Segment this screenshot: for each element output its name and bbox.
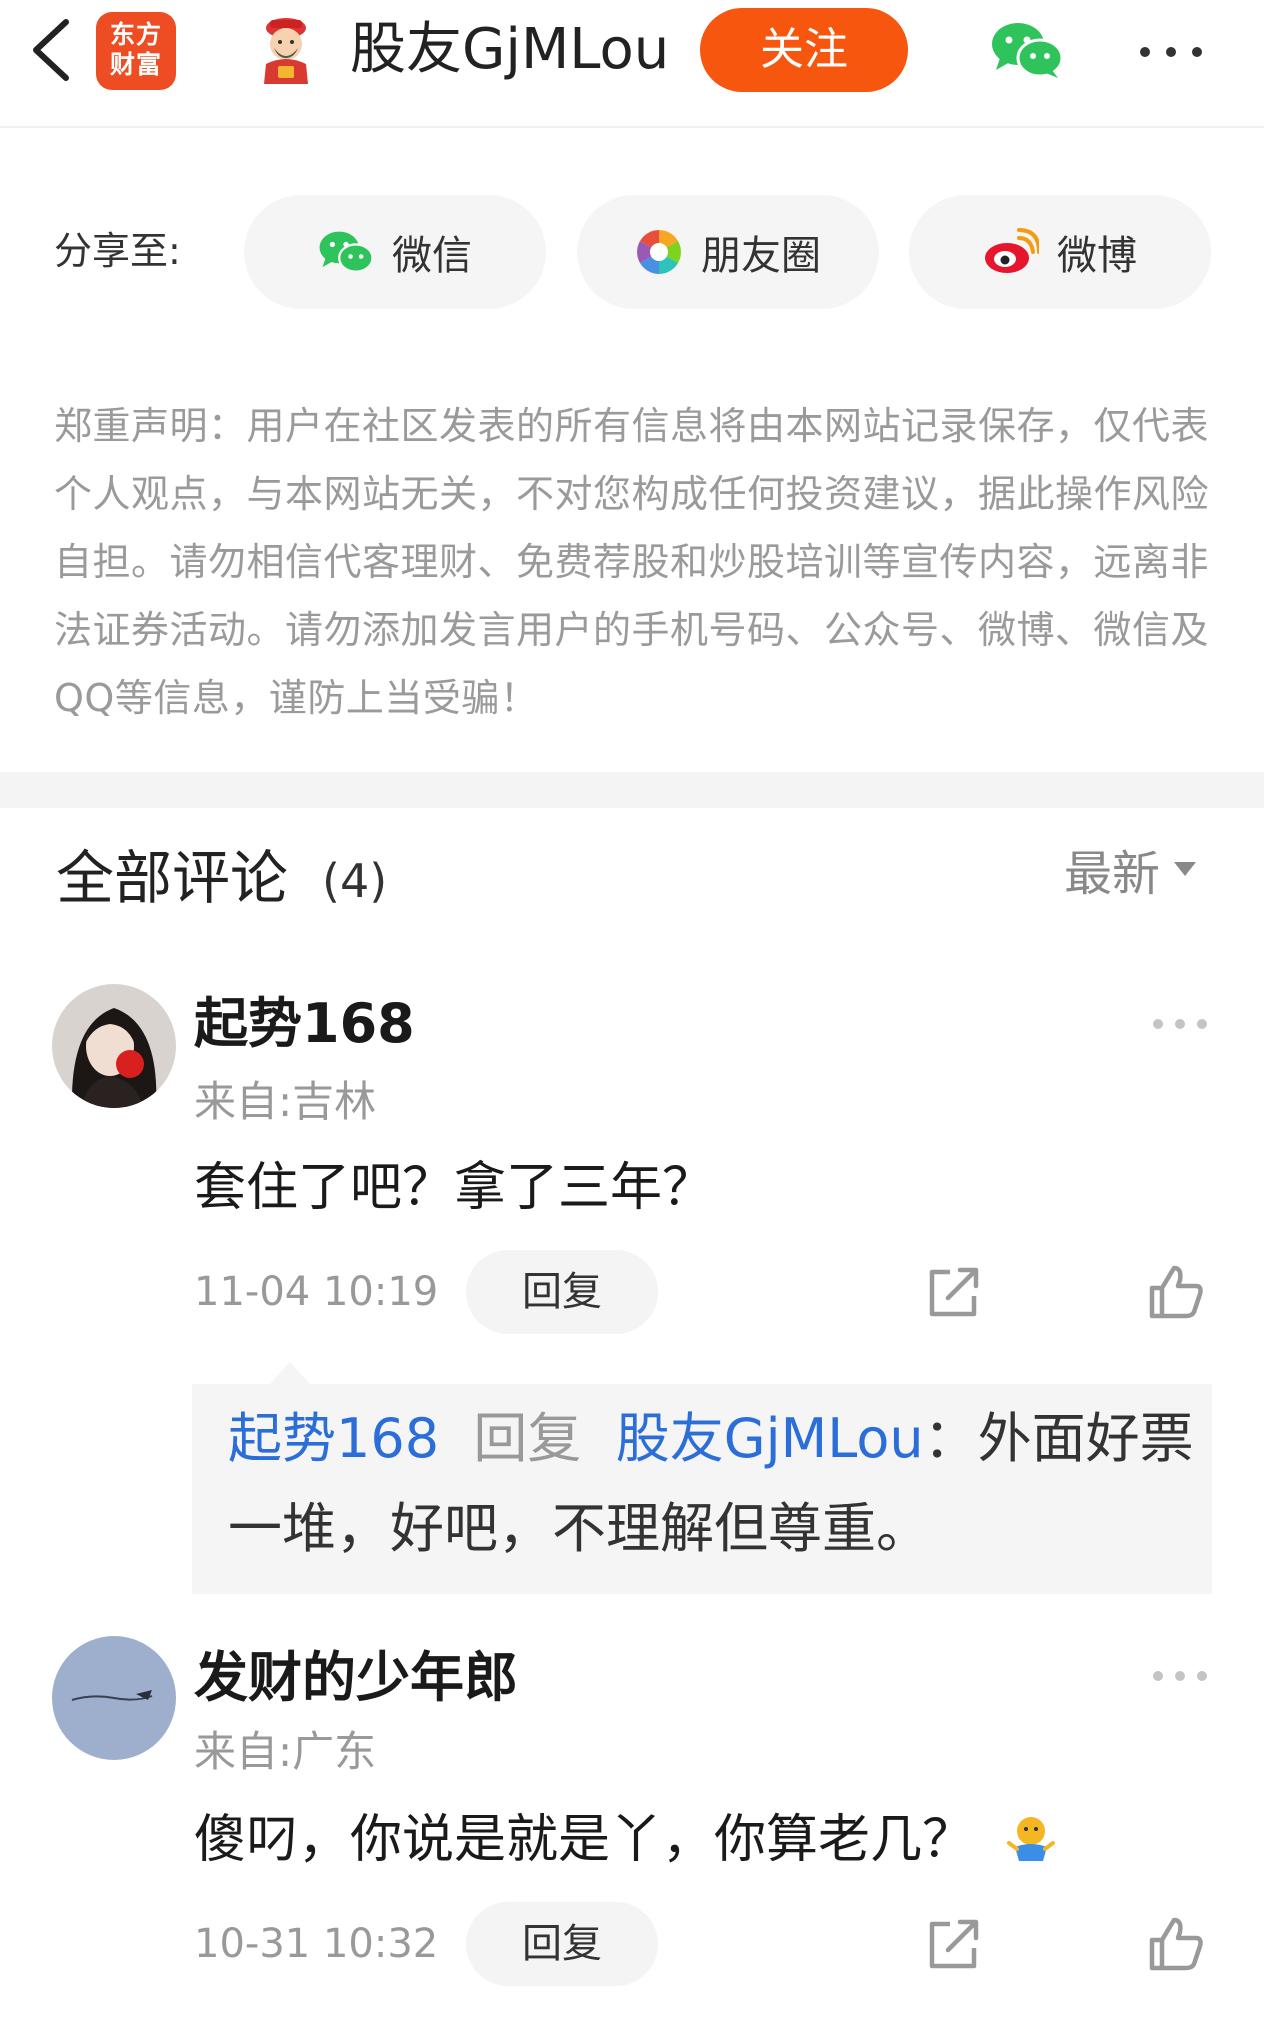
more-icon[interactable] bbox=[1152, 1668, 1208, 1684]
reply-line-2: 一堆，好吧，不理解但尊重。 bbox=[228, 1488, 1198, 1570]
reply-to-user[interactable]: 股友GjMLou bbox=[616, 1407, 924, 1470]
sort-label: 最新 bbox=[1064, 846, 1161, 902]
follow-button[interactable]: 关注 bbox=[700, 8, 908, 92]
share-icon[interactable] bbox=[926, 1264, 982, 1320]
reply-line-1: 起势168 回复 股友GjMLou：外面好票 bbox=[228, 1398, 1198, 1480]
reply-from-user[interactable]: 起势168 bbox=[228, 1407, 439, 1470]
comment-text: 套住了吧？拿了三年？ bbox=[194, 1158, 715, 1218]
comments-title: 全部评论 bbox=[56, 844, 289, 912]
more-icon[interactable] bbox=[1138, 40, 1204, 64]
share-moments-button[interactable]: 朋友圈 bbox=[577, 195, 879, 309]
comment-time: 10-31 10:32 bbox=[194, 1921, 439, 1967]
app-logo-line1: 东方 bbox=[109, 20, 162, 49]
sort-dropdown[interactable]: 最新 bbox=[1064, 836, 1197, 902]
comment-text: 傻叼，你说是就是丫，你算老几？ bbox=[194, 1802, 1057, 1878]
reply-caret bbox=[270, 1362, 310, 1384]
more-icon[interactable] bbox=[1152, 1016, 1208, 1032]
top-bar: 东方 财富 股友GjMLou 关注 bbox=[0, 0, 1264, 128]
comment-time: 11-04 10:19 bbox=[194, 1269, 439, 1315]
reply-thread[interactable]: 起势168 回复 股友GjMLou：外面好票 一堆，好吧，不理解但尊重。 bbox=[192, 1384, 1212, 1594]
share-weibo-button[interactable]: 微博 bbox=[909, 195, 1211, 309]
chevron-down-icon bbox=[1174, 862, 1197, 876]
section-divider bbox=[0, 772, 1264, 808]
page: 东方 财富 股友GjMLou 关注 分享至: 微信 朋友圈 微博 郑重声明：用户… bbox=[0, 0, 1264, 2039]
reply-button[interactable]: 回复 bbox=[466, 1250, 658, 1334]
comments-count: (4) bbox=[322, 854, 388, 908]
share-weibo-label: 微博 bbox=[1057, 233, 1137, 279]
comment-username[interactable]: 起势168 bbox=[194, 986, 415, 1062]
avatar[interactable] bbox=[52, 1636, 176, 1760]
app-logo: 东方 财富 bbox=[96, 12, 176, 90]
app-logo-line2: 财富 bbox=[109, 50, 162, 79]
share-moments-label: 朋友圈 bbox=[701, 233, 821, 279]
share-icon[interactable] bbox=[926, 1916, 982, 1972]
comment-text-body: 傻叼，你说是就是丫，你算老几？ bbox=[194, 1810, 975, 1870]
moments-icon bbox=[637, 230, 681, 274]
reply-text-part2: 一堆，好吧，不理解但尊重。 bbox=[228, 1497, 930, 1560]
disclaimer-text: 郑重声明：用户在社区发表的所有信息将由本网站记录保存，仅代表个人观点，与本网站无… bbox=[54, 404, 1210, 720]
back-icon[interactable] bbox=[26, 14, 78, 86]
share-wechat-button[interactable]: 微信 bbox=[244, 195, 546, 309]
reply-separator: ： bbox=[923, 1407, 978, 1470]
reply-text-part1: 外面好票 bbox=[977, 1407, 1194, 1470]
weibo-icon bbox=[985, 228, 1039, 273]
mascot-icon bbox=[264, 18, 308, 84]
wechat-icon bbox=[319, 231, 374, 273]
comment-username[interactable]: 发财的少年郎 bbox=[194, 1640, 518, 1716]
reply-button[interactable]: 回复 bbox=[466, 1902, 658, 1986]
avatar[interactable] bbox=[52, 984, 176, 1108]
share-label: 分享至: bbox=[54, 229, 181, 273]
reply-action-label: 回复 bbox=[473, 1407, 582, 1470]
comment-location: 来自:吉林 bbox=[194, 1077, 377, 1126]
emoji-icon bbox=[1006, 1817, 1055, 1861]
share-wechat-label: 微信 bbox=[392, 233, 472, 279]
like-icon[interactable] bbox=[1148, 1264, 1204, 1320]
comment-location: 来自:广东 bbox=[194, 1727, 377, 1776]
wechat-icon[interactable] bbox=[990, 20, 1064, 80]
author-name[interactable]: 股友GjMLou bbox=[350, 14, 669, 86]
like-icon[interactable] bbox=[1148, 1916, 1204, 1972]
